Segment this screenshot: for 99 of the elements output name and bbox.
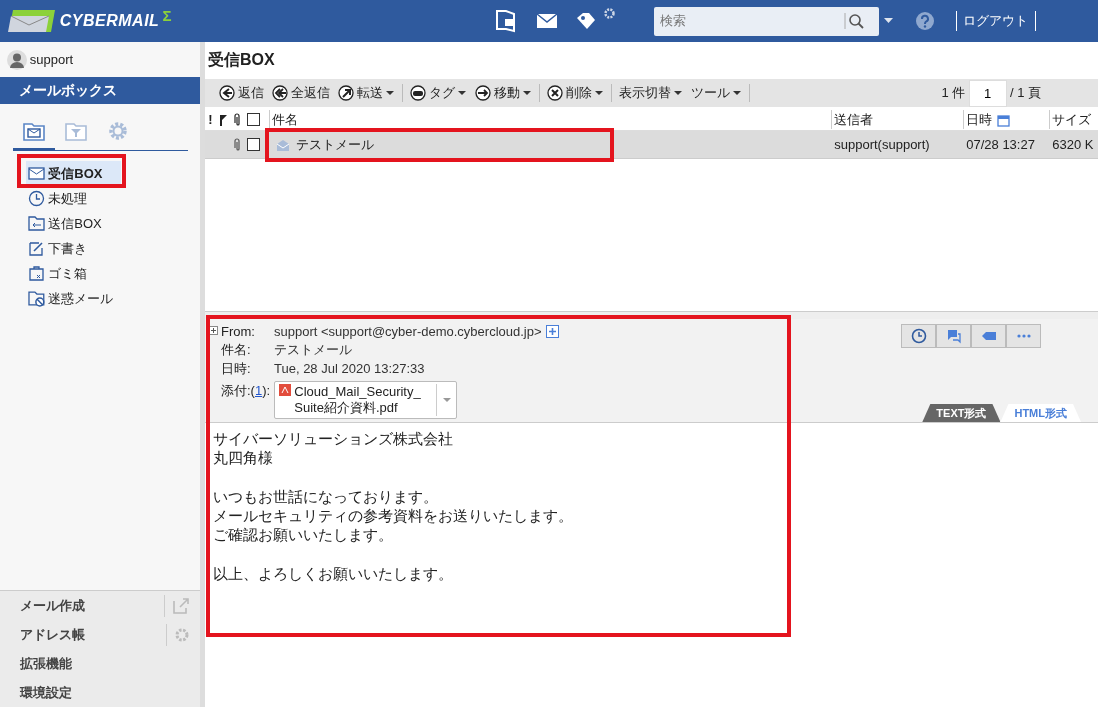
caret-icon — [674, 90, 683, 96]
row-checkbox[interactable] — [247, 138, 260, 151]
field-value: テストメール — [274, 341, 352, 360]
draft-icon — [28, 240, 45, 257]
toolbar-button[interactable]: 移動 — [471, 83, 536, 103]
caret-icon — [443, 397, 452, 403]
caret-icon — [458, 90, 467, 96]
search-icon[interactable] — [843, 11, 866, 31]
attachment-name: Cloud_Mail_Security_Suite紹介資料.pdf — [294, 384, 422, 416]
close-icon — [547, 85, 563, 101]
tag-icon[interactable] — [575, 12, 596, 30]
sent-folder-icon — [28, 215, 45, 232]
logo-mark: Σ — [162, 5, 172, 26]
view-tab[interactable]: HTML形式 — [1000, 404, 1081, 422]
opened-mail-icon — [275, 138, 290, 151]
inbox-icon — [28, 165, 45, 182]
tablet-icon[interactable] — [493, 9, 516, 33]
toolbar-button[interactable]: タグ — [406, 83, 471, 103]
message-date: 07/28 13:27 — [965, 135, 1036, 154]
toolbar-button[interactable]: 全返信 — [268, 83, 334, 103]
folder-item[interactable]: 送信BOX — [26, 211, 121, 236]
caret-icon[interactable] — [883, 18, 894, 24]
field-label: 件名: — [221, 342, 251, 358]
folder-item[interactable]: ゴミ箱 — [26, 261, 121, 286]
logo-text: CYBERMAIL — [59, 11, 160, 31]
envelope-icon[interactable] — [535, 13, 558, 29]
toolbar-button[interactable]: ツール — [687, 83, 746, 103]
caret-icon — [523, 90, 532, 96]
message-size: 6320 K — [1051, 135, 1095, 154]
attachment-label: 添付:( — [221, 382, 255, 400]
clock-icon — [910, 328, 927, 344]
caret-icon — [386, 90, 395, 96]
clock-icon — [28, 190, 45, 207]
nav-link[interactable]: アドレス帳 — [20, 624, 166, 645]
paperclip-icon — [233, 112, 241, 127]
field-label: From: — [221, 323, 255, 339]
body-paragraph: 以上、よろしくお願いいたします。 — [213, 564, 454, 584]
add-contact-icon[interactable] — [545, 325, 559, 338]
folder-title: 受信BOX — [207, 50, 276, 70]
logo-envelope-icon — [6, 8, 57, 34]
reply-all-icon — [272, 85, 288, 101]
forward-icon — [338, 85, 354, 101]
flag-icon — [219, 113, 229, 126]
attachment-chip[interactable]: Cloud_Mail_Security_Suite紹介資料.pdf — [274, 381, 457, 419]
page-count: 1 件 — [941, 84, 966, 103]
select-all-checkbox[interactable] — [247, 113, 260, 126]
message-sender: support(support) — [833, 135, 931, 154]
folder-item[interactable]: 未処理 — [26, 186, 121, 211]
caret-icon — [733, 90, 742, 96]
help-icon[interactable] — [915, 12, 934, 30]
message-subject: テストメール — [296, 135, 374, 154]
avatar-icon — [6, 49, 27, 70]
view-tab[interactable]: TEXT形式 — [922, 404, 1001, 422]
move-icon — [475, 85, 491, 101]
page-total: / 1 頁 — [1009, 84, 1041, 103]
nav-link[interactable]: メール作成 — [20, 595, 164, 616]
settings-icon[interactable] — [603, 7, 615, 19]
user-name: support — [29, 50, 74, 69]
toolbar-button[interactable]: 転送 — [334, 83, 399, 103]
attachment-label: ): — [262, 382, 271, 400]
search-input[interactable]: 検索 — [653, 11, 844, 31]
toolbar-button[interactable]: 削除 — [543, 83, 608, 103]
chat-icon — [945, 328, 962, 344]
folder-item[interactable]: 迷惑メール — [26, 286, 121, 311]
field-value: support <support@cyber-demo.cybercloud.jp> — [274, 322, 542, 341]
column-header[interactable]: 日時 — [966, 111, 992, 127]
message-row[interactable]: テストメール support(support) 07/28 13:27 6320 K — [205, 131, 1098, 159]
pdf-icon — [279, 384, 291, 396]
mailbox-heading: メールボックス — [0, 77, 200, 104]
action-button[interactable] — [901, 324, 936, 348]
action-button[interactable] — [936, 324, 971, 348]
field-label: 日時: — [221, 360, 251, 376]
attachment-count-link[interactable]: 1 — [254, 381, 263, 401]
dropdown-caret-button[interactable] — [436, 384, 452, 416]
body-paragraph: サイバーソリューションズ株式会社 丸四角様 — [213, 429, 454, 468]
spam-folder-icon — [28, 290, 45, 307]
trash-icon — [28, 265, 45, 282]
expand-icon[interactable] — [209, 325, 218, 335]
toolbar-button[interactable]: 返信 — [215, 83, 268, 103]
caret-icon — [595, 90, 604, 96]
body-paragraph: いつもお世話になっております。 メールセキュリティの参考資料をお送りいたします。 ご確認お願いいたします。 — [213, 486, 574, 545]
search-field[interactable]: 検索 — [653, 6, 879, 36]
field-value: Tue, 28 Jul 2020 13:27:33 — [274, 359, 425, 378]
action-button[interactable] — [971, 324, 1006, 348]
column-header[interactable]: サイズ — [1052, 111, 1091, 127]
settings-icon — [106, 119, 130, 143]
nav-link[interactable]: 拡張機能 — [20, 653, 200, 674]
tag-icon — [410, 85, 426, 101]
toolbar-button[interactable]: 表示切替 — [615, 83, 687, 103]
priority-header: ! — [207, 110, 214, 129]
reply-icon — [219, 85, 235, 101]
column-header[interactable]: 送信者 — [834, 111, 873, 127]
folder-item[interactable]: 下書き — [26, 236, 121, 261]
nav-link[interactable]: 環境設定 — [20, 682, 200, 703]
logout-link[interactable]: ログアウト — [963, 11, 1029, 31]
calendar-icon[interactable] — [997, 113, 1010, 127]
folder-item[interactable]: 受信BOX — [26, 161, 121, 186]
column-header[interactable]: 件名 — [272, 111, 298, 127]
page-field[interactable]: 1 — [968, 79, 1007, 107]
